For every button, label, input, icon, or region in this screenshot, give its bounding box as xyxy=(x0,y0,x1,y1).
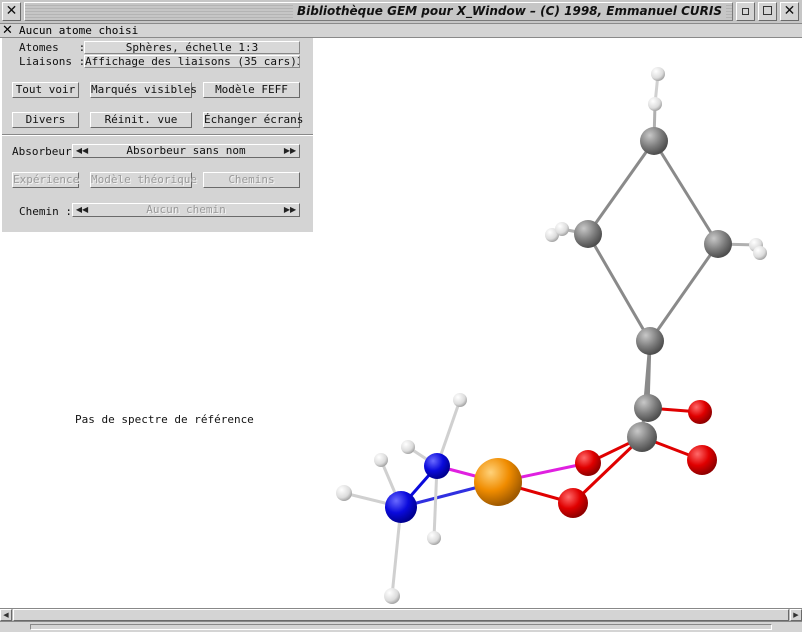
close-window-button[interactable]: ✕ xyxy=(780,2,799,21)
atom-nitrogen[interactable] xyxy=(385,491,417,523)
atom-hydrogen[interactable] xyxy=(336,485,352,501)
modele-feff-button[interactable]: Modèle FEFF xyxy=(203,82,300,98)
arrow-right-icon[interactable]: ▶▶ xyxy=(282,145,298,157)
atom-hydrogen[interactable] xyxy=(753,246,767,260)
arrow-right-icon[interactable]: ▶▶ xyxy=(282,204,298,216)
atomes-label: Atomes : xyxy=(19,41,86,54)
atom-hydrogen[interactable] xyxy=(555,222,569,236)
atom-oxygen[interactable] xyxy=(558,488,588,518)
maximize-icon xyxy=(763,6,772,15)
atom-carbon[interactable] xyxy=(627,422,657,452)
atom-carbon[interactable] xyxy=(636,327,664,355)
chemin-value: Aucun chemin xyxy=(146,204,226,216)
panel-separator xyxy=(2,134,313,136)
maximize-button[interactable] xyxy=(758,2,777,21)
chemin-selector[interactable]: ◀◀ Aucun chemin ▶▶ xyxy=(72,203,300,217)
atom-carbon[interactable] xyxy=(704,230,732,258)
marques-visibles-button[interactable]: Marqués visibles xyxy=(90,82,197,98)
iconify-icon xyxy=(742,8,749,15)
atom-carbon[interactable] xyxy=(574,220,602,248)
control-panel: Atomes : Sphères, échelle 1:3 Liaisons :… xyxy=(2,38,313,232)
reinit-vue-button[interactable]: Réinit. vue xyxy=(90,112,192,128)
liaisons-label: Liaisons : xyxy=(19,55,86,68)
scrollbar-thumb[interactable] xyxy=(13,609,789,621)
atom-hydrogen[interactable] xyxy=(401,440,415,454)
echanger-ecrans-button[interactable]: Échanger écrans xyxy=(203,112,303,128)
divers-button[interactable]: Divers xyxy=(12,112,79,128)
scroll-left-button[interactable]: ◀ xyxy=(0,609,12,621)
close-icon: ✕ xyxy=(5,3,18,19)
atom-nitrogen[interactable] xyxy=(424,453,450,479)
window-menu-button[interactable]: ✕ xyxy=(2,2,21,21)
atom-hydrogen[interactable] xyxy=(651,67,665,81)
absorbeur-label: Absorbeur xyxy=(12,145,72,158)
arrow-left-icon[interactable]: ◀◀ xyxy=(74,145,90,157)
selected-atom-status: Aucun atome choisi xyxy=(19,24,139,37)
modele-theorique-button[interactable]: Modèle théorique xyxy=(90,172,197,188)
atom-oxygen[interactable] xyxy=(575,450,601,476)
arrow-left-icon: ◀ xyxy=(3,611,9,619)
arrow-left-icon[interactable]: ◀◀ xyxy=(74,204,90,216)
window-bottom-frame[interactable] xyxy=(0,621,802,632)
scroll-right-button[interactable]: ▶ xyxy=(790,609,802,621)
atom-oxygen[interactable] xyxy=(687,445,717,475)
window-title: Bibliothèque GEM pour X_Window – (C) 199… xyxy=(292,4,726,18)
atom-hydrogen[interactable] xyxy=(427,531,441,545)
absorbeur-selector[interactable]: ◀◀ Absorbeur sans nom ▶▶ xyxy=(72,144,300,158)
absorbeur-value: Absorbeur sans nom xyxy=(126,145,246,157)
liaisons-display-field[interactable]: Affichage des liaisons (35 cars)345 xyxy=(84,55,300,68)
atom-carbon[interactable] xyxy=(634,394,662,422)
atomes-display-field[interactable]: Sphères, échelle 1:3 xyxy=(84,41,300,54)
atom-hydrogen[interactable] xyxy=(384,588,400,604)
atom-metal-absorber[interactable] xyxy=(474,458,522,506)
iconify-button[interactable] xyxy=(736,2,755,21)
arrow-right-icon: ▶ xyxy=(793,611,799,619)
spectrum-message: Pas de spectre de référence xyxy=(75,413,254,426)
title-drag-area[interactable]: Bibliothèque GEM pour X_Window – (C) 199… xyxy=(24,2,733,21)
atom-hydrogen[interactable] xyxy=(453,393,467,407)
resize-groove xyxy=(30,624,772,630)
atom-carbon[interactable] xyxy=(640,127,668,155)
atom-hydrogen[interactable] xyxy=(648,97,662,111)
status-bar: ✕ Aucun atome choisi xyxy=(0,23,802,38)
tout-voir-button[interactable]: Tout voir xyxy=(12,82,79,98)
window-titlebar[interactable]: ✕ Bibliothèque GEM pour X_Window – (C) 1… xyxy=(0,0,802,24)
atom-hydrogen[interactable] xyxy=(374,453,388,467)
close-icon: ✕ xyxy=(783,3,796,19)
horizontal-scrollbar[interactable]: ◀ ▶ xyxy=(0,608,802,621)
close-view-icon[interactable]: ✕ xyxy=(2,23,13,38)
atom-oxygen[interactable] xyxy=(688,400,712,424)
chemin-label: Chemin : xyxy=(19,205,72,218)
chemins-button[interactable]: Chemins xyxy=(203,172,300,188)
experience-button[interactable]: Expérience xyxy=(12,172,79,188)
